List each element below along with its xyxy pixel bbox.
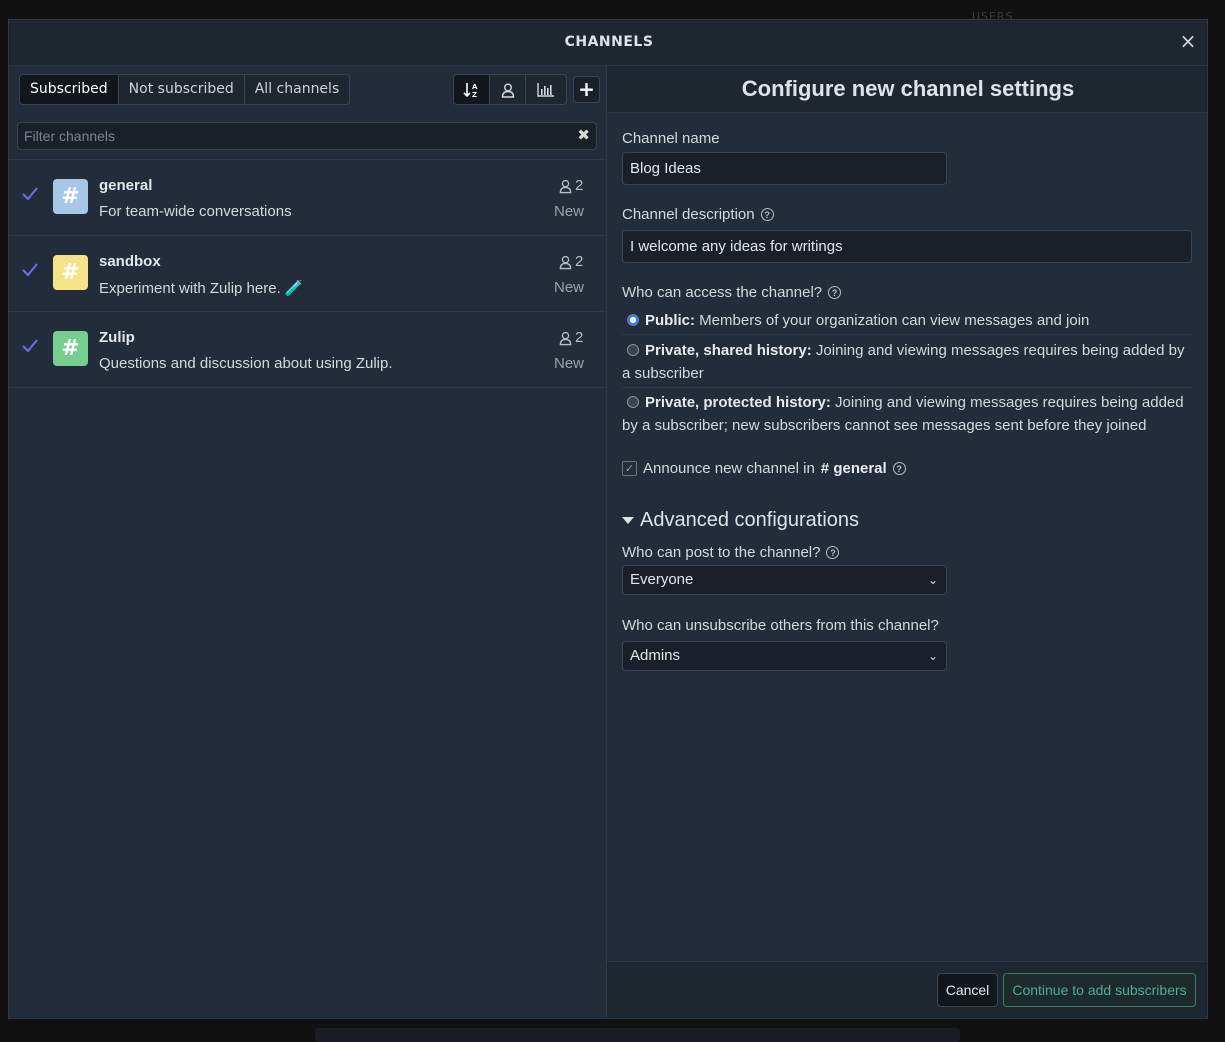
- caret-down-icon: [622, 517, 634, 524]
- filter-channels-input[interactable]: [18, 123, 568, 149]
- modal-title: CHANNELS: [564, 34, 654, 50]
- settings-title: Configure new channel settings: [741, 76, 1075, 101]
- create-channel-button[interactable]: +: [573, 76, 600, 103]
- option-title: Public:: [645, 312, 696, 329]
- modal-header: CHANNELS ×: [9, 20, 1207, 66]
- hash-icon: #: [820, 460, 830, 477]
- post-permission-label: Who can post to the channel? ?: [622, 544, 840, 561]
- sort-alpha-icon[interactable]: A Z: [454, 75, 490, 104]
- channel-description: For team-wide conversations: [99, 203, 292, 220]
- unsubscribe-permission-label-text: Who can unsubscribe others from this cha…: [622, 617, 939, 634]
- channel-row[interactable]: # general For team-wide conversations 2 …: [9, 160, 607, 236]
- divider: [622, 387, 1192, 388]
- advanced-configurations-label: Advanced configurations: [640, 509, 860, 531]
- help-icon[interactable]: ?: [892, 462, 906, 475]
- post-permission-select[interactable]: Everyone ⌄: [622, 565, 947, 595]
- clear-filter-icon[interactable]: ✖: [577, 126, 590, 144]
- close-icon[interactable]: ×: [1177, 30, 1199, 52]
- subscribed-check-icon[interactable]: [21, 262, 39, 278]
- svg-text:Z: Z: [472, 91, 477, 99]
- option-text: Members of your organization can view me…: [695, 312, 1090, 329]
- help-icon[interactable]: ?: [828, 286, 842, 299]
- radio-selected[interactable]: [627, 314, 639, 326]
- user-icon: [559, 179, 572, 193]
- user-icon: [559, 331, 572, 345]
- tab-subscribed[interactable]: Subscribed: [20, 75, 119, 104]
- access-option-public[interactable]: Public: Members of your organization can…: [622, 309, 1192, 332]
- channel-name-label: Channel name: [622, 130, 720, 147]
- settings-footer: Cancel Continue to add subscribers: [607, 961, 1207, 1018]
- filter-box: ✖: [17, 122, 597, 150]
- access-label-text: Who can access the channel?: [622, 284, 823, 301]
- post-permission-value: Everyone: [630, 571, 694, 588]
- channel-hash-icon: #: [53, 179, 88, 214]
- unsubscribe-permission-select[interactable]: Admins ⌄: [622, 641, 947, 671]
- channel-name: Zulip: [99, 329, 135, 346]
- option-title: Private, shared history:: [645, 342, 812, 359]
- chevron-down-icon: ⌄: [927, 649, 938, 663]
- channel-description-label-text: Channel description: [622, 206, 755, 223]
- channel-description: Experiment with Zulip here. 🧪: [99, 280, 304, 297]
- weekly-traffic-icon[interactable]: [526, 75, 566, 104]
- channel-description-input[interactable]: [622, 230, 1192, 263]
- announce-text: Announce new channel in: [643, 460, 815, 477]
- channels-modal: CHANNELS × Subscribed Not subscribed All…: [8, 19, 1208, 1019]
- channel-status: New: [554, 203, 585, 220]
- channel-name-input[interactable]: [622, 152, 947, 185]
- channel-description: Questions and discussion about using Zul…: [99, 355, 393, 372]
- divider: [622, 334, 1192, 335]
- option-title: Private, protected history:: [645, 394, 831, 411]
- access-option-private-shared[interactable]: Private, shared history: Joining and vie…: [622, 339, 1192, 385]
- tab-all-channels[interactable]: All channels: [245, 75, 349, 104]
- continue-to-add-subscribers-button[interactable]: Continue to add subscribers: [1003, 973, 1196, 1007]
- subscribed-check-icon[interactable]: [21, 186, 39, 202]
- radio-unselected[interactable]: [627, 344, 639, 356]
- channel-list-panel: Subscribed Not subscribed All channels A…: [9, 66, 607, 1018]
- channel-hash-icon: #: [53, 331, 88, 366]
- settings-header: Configure new channel settings: [607, 66, 1207, 113]
- channel-row[interactable]: # sandbox Experiment with Zulip here. 🧪 …: [9, 236, 607, 312]
- channel-settings-panel: Configure new channel settings Channel n…: [607, 66, 1207, 1018]
- subscriber-count-value: 2: [575, 329, 584, 346]
- help-icon[interactable]: ?: [760, 208, 774, 221]
- user-icon: [559, 255, 572, 269]
- channel-status: New: [554, 279, 585, 296]
- subscriber-count: 2: [558, 177, 583, 194]
- channel-description-label: Channel description ?: [622, 206, 774, 223]
- subscriber-count-value: 2: [575, 177, 584, 194]
- help-icon[interactable]: ?: [826, 546, 840, 559]
- channel-row[interactable]: # Zulip Questions and discussion about u…: [9, 312, 607, 388]
- channel-name-label-text: Channel name: [622, 130, 720, 147]
- radio-unselected[interactable]: [627, 396, 639, 408]
- unsubscribe-permission-label: Who can unsubscribe others from this cha…: [622, 617, 939, 634]
- advanced-configurations-toggle[interactable]: Advanced configurations: [622, 509, 859, 532]
- unsubscribe-permission-value: Admins: [630, 647, 681, 664]
- announce-channel-name: general: [833, 460, 887, 477]
- subscribers-icon[interactable]: [490, 75, 526, 104]
- subscriber-count-value: 2: [575, 253, 584, 270]
- post-permission-label-text: Who can post to the channel?: [622, 544, 821, 561]
- sort-toggle-group: A Z: [453, 74, 567, 105]
- announce-channel: # general: [821, 460, 887, 477]
- channel-hash-icon: #: [53, 255, 88, 290]
- subscription-tabs: Subscribed Not subscribed All channels: [19, 74, 351, 105]
- access-option-private-protected[interactable]: Private, protected history: Joining and …: [622, 391, 1192, 437]
- access-label: Who can access the channel? ?: [622, 284, 842, 301]
- channel-status: New: [554, 355, 585, 372]
- announce-option[interactable]: ✓ Announce new channel in # general ?: [622, 460, 906, 477]
- subscriber-count: 2: [558, 253, 583, 270]
- svg-text:A: A: [472, 83, 478, 91]
- subscriber-count: 2: [558, 329, 583, 346]
- chevron-down-icon: ⌄: [927, 573, 938, 587]
- announce-checkbox[interactable]: ✓: [622, 461, 637, 476]
- cancel-button[interactable]: Cancel: [937, 973, 998, 1007]
- channel-name: sandbox: [99, 253, 161, 270]
- subscribed-check-icon[interactable]: [21, 338, 39, 354]
- background-compose-strip: [315, 1028, 960, 1042]
- tab-not-subscribed[interactable]: Not subscribed: [119, 75, 245, 104]
- channel-name: general: [99, 177, 153, 194]
